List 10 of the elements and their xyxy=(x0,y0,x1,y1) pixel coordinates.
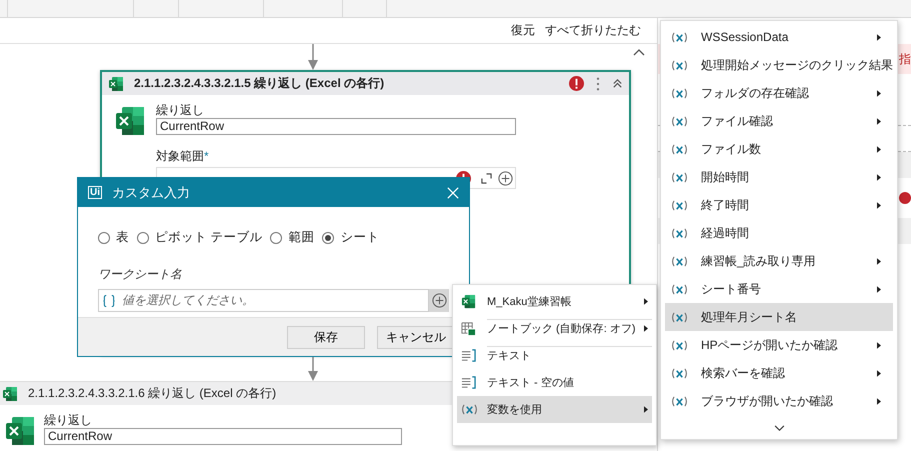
placeholder: 値を選択してください。 xyxy=(122,292,254,309)
field-label: 対象範囲* xyxy=(156,149,210,164)
field-label: 繰り返し xyxy=(156,103,205,118)
field-label: 繰り返し xyxy=(44,413,93,428)
activity-title: 2.1.1.2.3.2.4.3.3.2.1.6 繰り返し (Excel の各行) xyxy=(28,385,276,402)
app-logo: Ui xyxy=(88,186,102,199)
dialog-title: カスタム入力 xyxy=(112,184,190,202)
activity-title: 2.1.1.2.3.2.4.3.3.2.1.5 繰り返し (Excel の各行) xyxy=(134,75,384,92)
error-message: 指 xyxy=(899,50,911,68)
field-label: ワークシート名 xyxy=(98,266,183,283)
